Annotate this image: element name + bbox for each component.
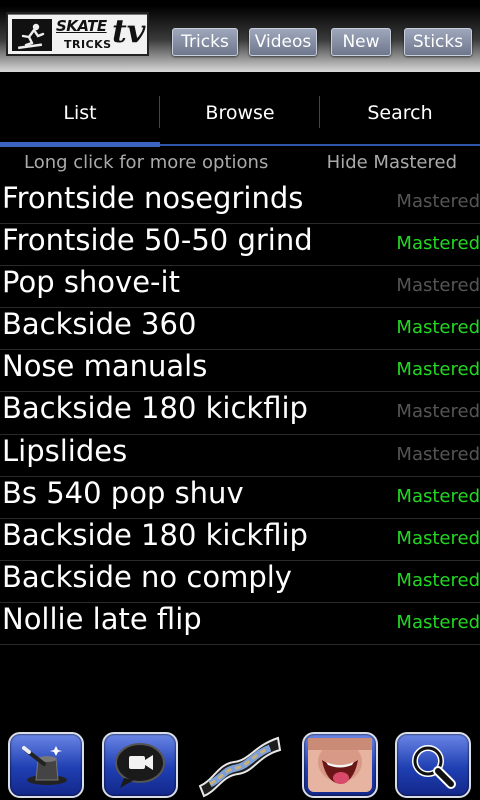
magic-hat-button[interactable] (8, 732, 84, 798)
logo-text-tricks: TRICKS (64, 38, 112, 51)
trick-name: Backside 360 (2, 307, 197, 342)
skater-logo-icon (12, 19, 52, 51)
list-item[interactable]: Frontside 50-50 grind Mastered (0, 223, 480, 267)
list-item[interactable]: Lipslides Mastered (0, 433, 480, 477)
mastered-toggle[interactable]: Mastered (396, 612, 480, 633)
trick-name: Nollie late flip (2, 601, 202, 636)
list-subheader: Long click for more options Hide Mastere… (0, 148, 480, 184)
mastered-toggle[interactable]: Mastered (396, 359, 480, 380)
trick-name: Bs 540 pop shuv (2, 475, 244, 510)
film-strip-button[interactable] (194, 728, 284, 798)
mastered-toggle[interactable]: Mastered (396, 528, 480, 549)
long-click-hint: Long click for more options (24, 152, 269, 173)
video-chat-button[interactable] (102, 732, 178, 798)
list-item[interactable]: Pop shove-it Mastered (0, 265, 480, 309)
logo-text-tv: tv (112, 12, 146, 50)
list-item[interactable]: Backside no comply Mastered (0, 559, 480, 603)
nav-videos-button[interactable]: Videos (249, 28, 317, 56)
list-item[interactable]: Backside 360 Mastered (0, 307, 480, 351)
magic-hat-icon (22, 746, 67, 785)
app-header: SKATE TRICKS tv Tricks Videos New Sticks (0, 0, 480, 72)
logo-text-skate: SKATE (56, 17, 107, 35)
tab-bar: List Browse Search (0, 82, 480, 148)
trick-name: Backside no comply (2, 559, 292, 594)
search-icon (412, 745, 456, 789)
list-item[interactable]: Nollie late flip Mastered (0, 601, 480, 646)
list-item[interactable]: Backside 180 kickflip Mastered (0, 391, 480, 435)
trick-list: Frontside nosegrinds Mastered Frontside 50… (0, 181, 480, 646)
trick-name: Pop shove-it (2, 265, 180, 300)
trick-name: Lipslides (2, 433, 128, 468)
mastered-toggle[interactable]: Mastered (396, 317, 480, 338)
search-button[interactable] (395, 732, 471, 798)
tab-list[interactable]: List (0, 82, 160, 144)
tab-search[interactable]: Search (320, 82, 480, 144)
list-item[interactable]: Bs 540 pop shuv Mastered (0, 475, 480, 519)
trick-name: Frontside nosegrinds (2, 181, 304, 215)
trick-name: Backside 180 kickflip (2, 517, 308, 552)
trick-name: Nose manuals (2, 349, 208, 384)
mastered-toggle[interactable]: Mastered (396, 570, 480, 591)
nav-tricks-button[interactable]: Tricks (172, 28, 238, 56)
film-strip-icon (198, 736, 282, 798)
skate-tricks-tv-logo[interactable]: SKATE TRICKS tv (6, 12, 149, 56)
mastered-toggle[interactable]: Mastered (396, 401, 480, 422)
list-item[interactable]: Frontside nosegrinds Mastered (0, 181, 480, 225)
mastered-toggle[interactable]: Mastered (396, 275, 480, 296)
mastered-toggle[interactable]: Mastered (396, 444, 480, 465)
nav-sticks-button[interactable]: Sticks (404, 28, 472, 56)
face-photo-icon (308, 738, 372, 792)
list-item[interactable]: Nose manuals Mastered (0, 349, 480, 393)
tab-active-indicator (0, 142, 160, 147)
bottom-dock (0, 726, 480, 800)
video-chat-icon (115, 743, 165, 788)
mastered-toggle[interactable]: Mastered (396, 191, 480, 212)
trick-name: Frontside 50-50 grind (2, 223, 313, 258)
face-photo-button[interactable] (302, 732, 378, 798)
mastered-toggle[interactable]: Mastered (396, 233, 480, 254)
nav-new-button[interactable]: New (331, 28, 391, 56)
mastered-toggle[interactable]: Mastered (396, 486, 480, 507)
list-item[interactable]: Backside 180 kickflip Mastered (0, 517, 480, 561)
trick-name: Backside 180 kickflip (2, 391, 308, 426)
tab-browse[interactable]: Browse (160, 82, 320, 144)
hide-mastered-toggle[interactable]: Hide Mastered (327, 152, 457, 173)
